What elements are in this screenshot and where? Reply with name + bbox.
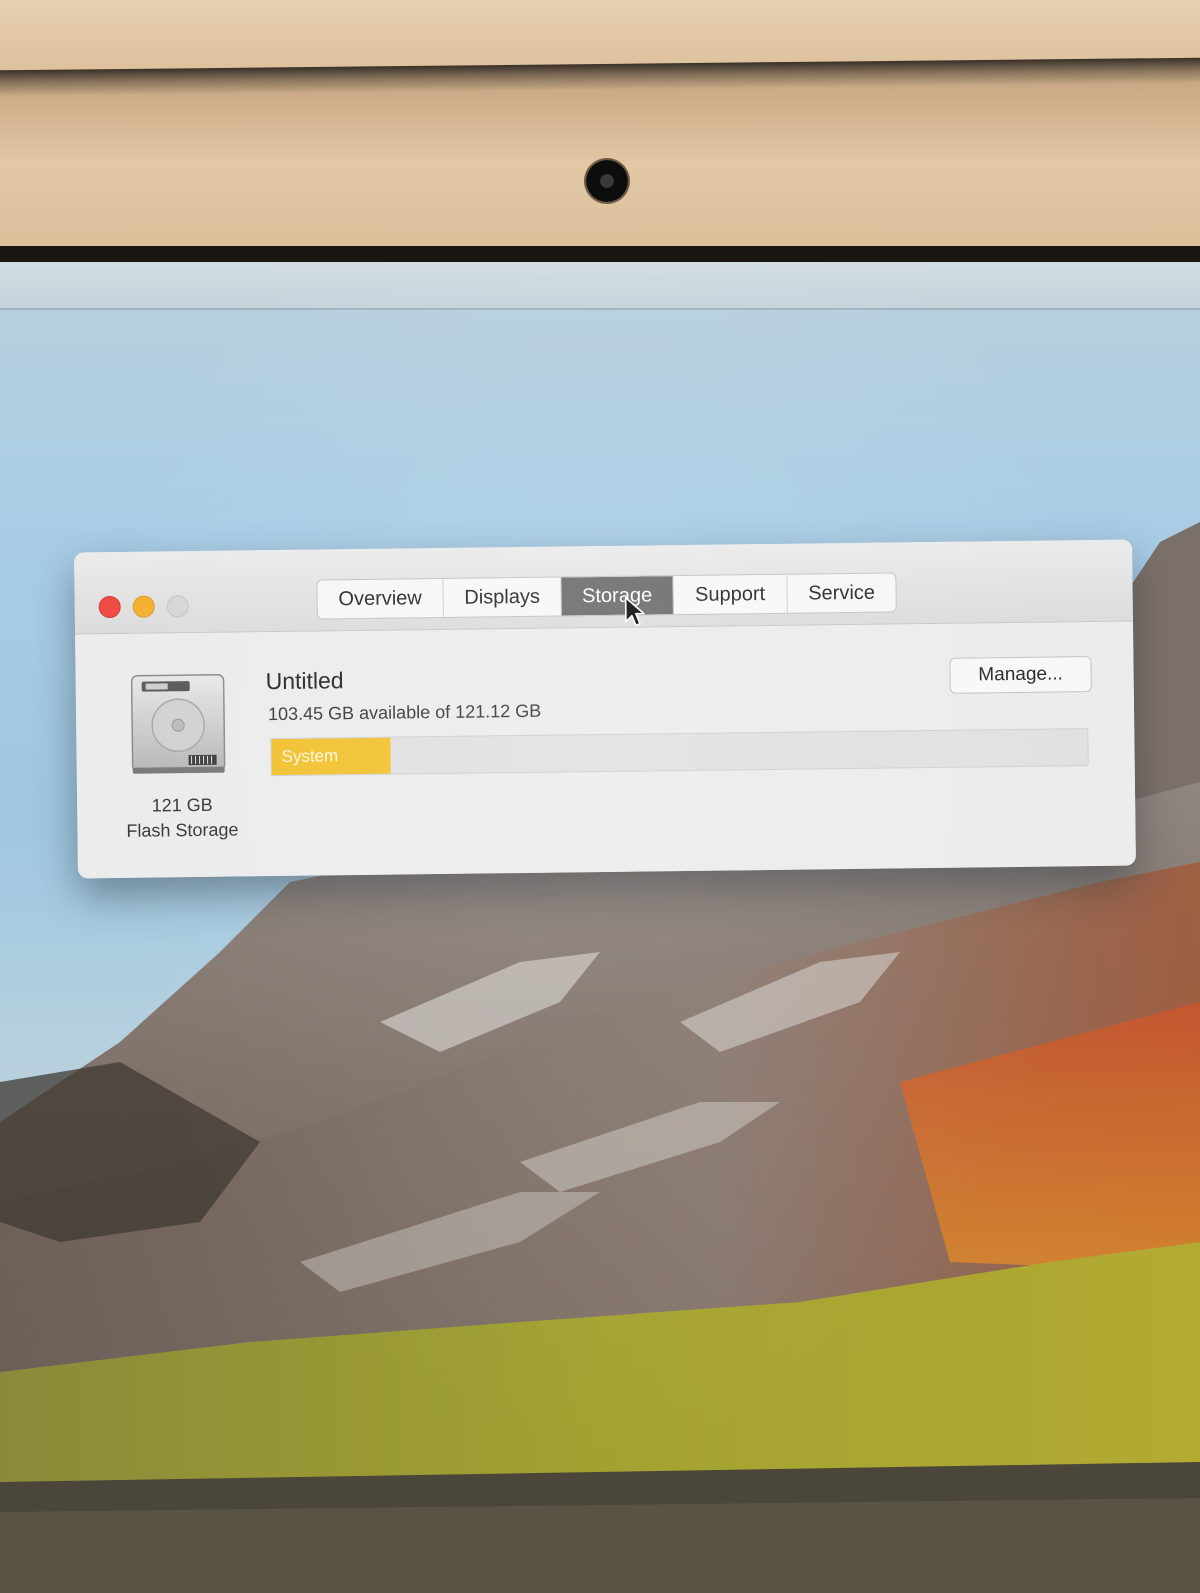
minimize-button[interactable] — [132, 595, 155, 618]
tab-storage[interactable]: Storage — [561, 576, 674, 616]
close-button[interactable] — [98, 595, 121, 619]
webcam — [586, 160, 628, 202]
wallpaper-mountains — [0, 522, 1200, 1593]
desktop — [0, 262, 1200, 1593]
drive-type: Flash Storage — [126, 819, 239, 841]
window-titlebar[interactable]: Overview Displays Storage Support Servic… — [74, 539, 1133, 635]
drive-description: 121 GB Flash Storage — [107, 792, 258, 844]
volume-name: Untitled — [265, 667, 344, 695]
usage-segment-system[interactable]: System — [271, 737, 391, 776]
storage-usage-bar[interactable]: System — [270, 728, 1089, 777]
manage-button[interactable]: Manage... — [949, 656, 1092, 694]
hard-drive-icon — [130, 673, 226, 774]
drive-capacity: 121 GB — [151, 794, 213, 816]
storage-panel: 121 GB Flash Storage Untitled 103.45 GB … — [75, 621, 1136, 879]
tab-overview[interactable]: Overview — [317, 578, 444, 619]
zoom-button-disabled — [166, 595, 189, 618]
about-this-mac-window: Overview Displays Storage Support Servic… — [74, 539, 1136, 879]
tab-displays[interactable]: Displays — [443, 577, 562, 617]
tab-bar: Overview Displays Storage Support Servic… — [316, 572, 897, 620]
volume-availability: 103.45 GB available of 121.12 GB — [267, 700, 542, 725]
tab-service[interactable]: Service — [787, 573, 895, 612]
mouse-pointer-icon — [624, 596, 645, 627]
tab-support[interactable]: Support — [673, 574, 788, 615]
